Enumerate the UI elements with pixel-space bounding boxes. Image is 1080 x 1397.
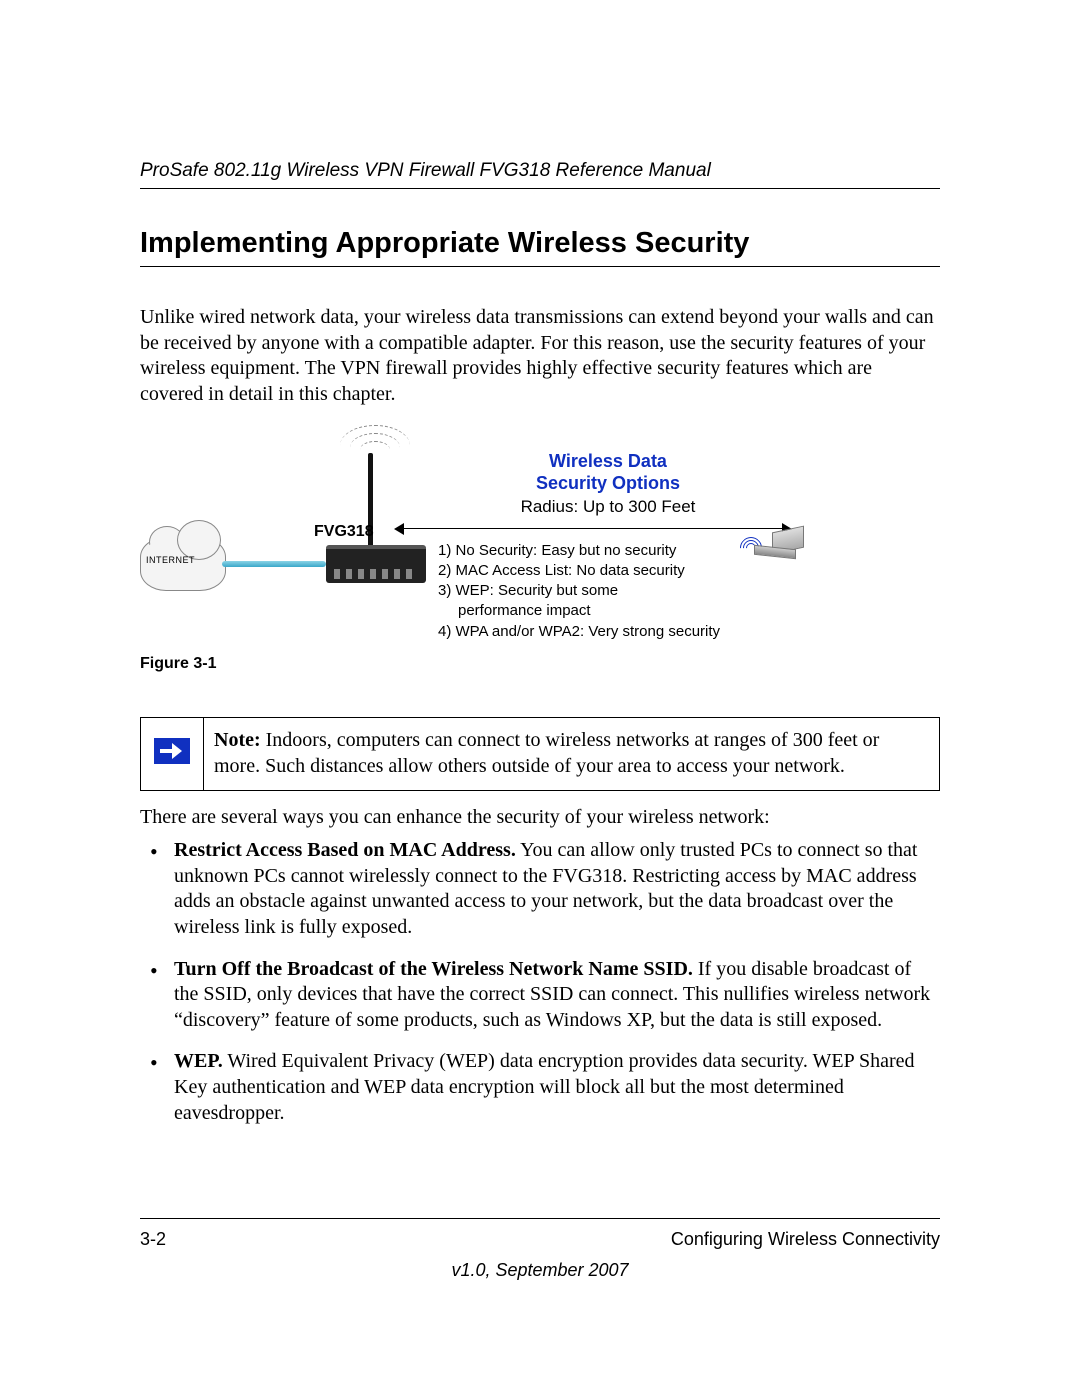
security-bullet-list: Restrict Access Based on MAC Address. Yo… (140, 838, 940, 1126)
diagram-option: 2) MAC Access List: No data security (438, 561, 778, 581)
note-label: Note: (214, 729, 261, 751)
wireless-waves-icon (340, 427, 410, 457)
chapter-title: Configuring Wireless Connectivity (671, 1229, 940, 1250)
laptop-icon (750, 529, 804, 557)
device-model-label: FVG318 (314, 523, 374, 541)
bullet-head: Turn Off the Broadcast of the Wireless N… (174, 958, 693, 980)
diagram-radius: Radius: Up to 300 Feet (438, 497, 778, 517)
note-text: Indoors, computers can connect to wirele… (214, 729, 879, 777)
page-number: 3-2 (140, 1229, 166, 1250)
diagram-title-line1: Wireless Data (549, 451, 667, 471)
list-item: Turn Off the Broadcast of the Wireless N… (140, 957, 940, 1034)
running-header: ProSafe 802.11g Wireless VPN Firewall FV… (140, 160, 940, 189)
bullet-head: Restrict Access Based on MAC Address. (174, 839, 516, 861)
intro-paragraph: Unlike wired network data, your wireless… (140, 305, 940, 407)
diagram-option: performance impact (438, 601, 778, 621)
diagram-title: Wireless Data Security Options (438, 451, 778, 494)
internet-label: INTERNET (146, 555, 195, 565)
title-rule (140, 266, 940, 267)
figure-caption: Figure 3-1 (140, 655, 940, 673)
list-item: WEP. Wired Equivalent Privacy (WEP) data… (140, 1049, 940, 1126)
wan-link-icon (222, 561, 326, 567)
note-arrow-icon (154, 738, 190, 764)
footer-rule (140, 1218, 940, 1219)
router-icon (326, 545, 426, 583)
wireless-diagram: INTERNET FVG318 Wireless Data Security O… (140, 427, 800, 637)
page-footer: 3-2 Configuring Wireless Connectivity v1… (140, 1218, 940, 1281)
note-icon-cell (141, 718, 204, 790)
bullet-body: Wired Equivalent Privacy (WEP) data encr… (174, 1050, 915, 1123)
bullet-head: WEP. (174, 1050, 223, 1072)
diagram-option: 4) WPA and/or WPA2: Very strong security (438, 622, 778, 642)
diagram-title-line2: Security Options (536, 473, 680, 493)
note-box: Note: Indoors, computers can connect to … (140, 717, 940, 790)
note-text-cell: Note: Indoors, computers can connect to … (204, 718, 940, 790)
diagram-options-list: 1) No Security: Easy but no security 2) … (438, 541, 778, 642)
diagram-option: 1) No Security: Easy but no security (438, 541, 778, 561)
diagram-text-column: Wireless Data Security Options Radius: U… (438, 451, 778, 641)
manual-page: ProSafe 802.11g Wireless VPN Firewall FV… (0, 0, 1080, 1397)
list-item: Restrict Access Based on MAC Address. Yo… (140, 838, 940, 940)
diagram-option: 3) WEP: Security but some (438, 581, 778, 601)
section-title: Implementing Appropriate Wireless Securi… (140, 227, 940, 260)
after-note-paragraph: There are several ways you can enhance t… (140, 805, 940, 831)
range-arrow-icon (438, 523, 778, 535)
doc-version: v1.0, September 2007 (140, 1260, 940, 1281)
